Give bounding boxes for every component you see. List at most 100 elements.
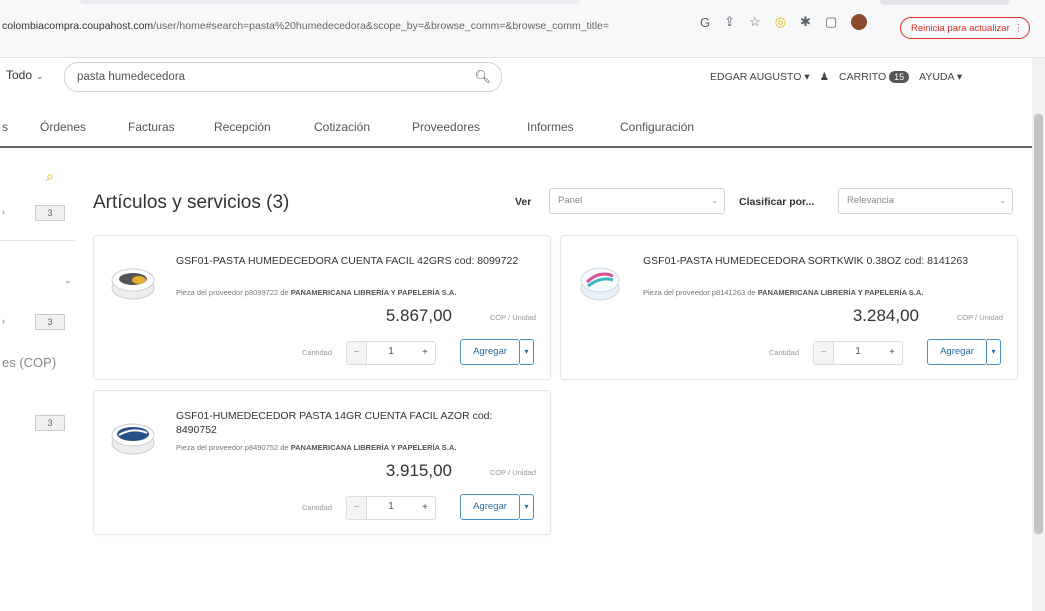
product-price: 3.284,00 <box>852 306 919 325</box>
product-name[interactable]: GSF01-HUMEDECEDOR PASTA 14GR CUENTA FACI… <box>176 409 536 437</box>
browser-tab[interactable] <box>80 0 580 4</box>
decrement-button[interactable]: − <box>347 497 367 519</box>
filter-count: 3 <box>35 205 65 221</box>
puzzle-icon[interactable]: ✱ <box>800 14 811 30</box>
view-select[interactable]: Panel ⌄ <box>549 188 725 214</box>
price-unit: COP / Unidad <box>956 313 1003 322</box>
price-unit: COP / Unidad <box>489 313 536 322</box>
filter-search-icon[interactable]: ⌕ <box>46 168 54 185</box>
quantity-label: Cantidad <box>302 503 333 512</box>
search-icon[interactable]: 🔍︎ <box>474 69 491 85</box>
supplier-prefix: Pieza del proveedor p8099722 de <box>176 288 289 297</box>
filter-count: 3 <box>35 314 65 330</box>
url-host: colombiacompra.coupahost.com <box>2 20 154 32</box>
decrement-button[interactable]: − <box>814 342 834 364</box>
quantity-label: Cantidad <box>769 348 800 357</box>
filter-item[interactable]: › <box>2 207 5 217</box>
supplier-info: Pieza del proveedor p8141263 de PANAMERI… <box>643 288 923 297</box>
nav-item-receiving[interactable]: Recepción <box>214 120 271 134</box>
nav-item-suppliers[interactable]: Proveedores <box>412 120 480 134</box>
bell-icon[interactable]: ♟ <box>820 71 829 83</box>
supplier-name[interactable]: PANAMERICANA LIBRERÍA Y PAPELERÍA S.A. <box>291 443 457 452</box>
quantity-input[interactable]: 1 <box>367 501 415 512</box>
product-name[interactable]: GSF01-PASTA HUMEDECEDORA CUENTA FACIL 42… <box>176 254 536 268</box>
extension-icon[interactable]: ◎ <box>775 14 786 30</box>
chevron-down-icon: ▾ <box>991 347 996 356</box>
cart-label: CARRITO <box>839 71 887 83</box>
kebab-menu-icon: ⋮ <box>1013 22 1024 34</box>
user-name: EDGAR AUGUSTO <box>710 71 802 83</box>
search-scope-select[interactable]: Todo ⌄ <box>6 68 44 82</box>
nav-item-settings[interactable]: Configuración <box>620 120 694 134</box>
main-nav: s Órdenes Facturas Recepción Cotización … <box>0 112 1032 148</box>
filter-item[interactable]: › <box>2 316 5 326</box>
browser-tab[interactable] <box>880 0 1010 5</box>
results-title: Artículos y servicios (3) <box>93 192 290 213</box>
add-options-dropdown[interactable]: ▾ <box>520 494 534 520</box>
supplier-name[interactable]: PANAMERICANA LIBRERÍA Y PAPELERÍA S.A. <box>291 288 457 297</box>
nav-item-invoices[interactable]: Facturas <box>128 120 175 134</box>
quantity-stepper: − 1 + <box>813 341 903 365</box>
nav-item-reports[interactable]: Informes <box>527 120 574 134</box>
product-card: GSF01-HUMEDECEDOR PASTA 14GR CUENTA FACI… <box>93 390 551 535</box>
chevron-down-icon: ▾ <box>524 347 529 356</box>
chevron-down-icon: ▾ <box>524 502 529 511</box>
decrement-button[interactable]: − <box>347 342 367 364</box>
product-name[interactable]: GSF01-PASTA HUMEDECEDORA SORTKWIK 0.38OZ… <box>643 254 1003 268</box>
add-to-cart-button[interactable]: Agregar <box>460 339 520 365</box>
chevron-down-icon: ▾ <box>956 71 963 83</box>
page-scrollbar[interactable] <box>1032 58 1045 611</box>
cart-button[interactable]: CARRITO 15 <box>839 71 910 83</box>
google-icon[interactable]: G <box>700 15 710 30</box>
help-label: AYUDA <box>919 71 954 83</box>
profile-avatar[interactable] <box>851 14 868 30</box>
sidebar-icon[interactable]: ▢ <box>825 14 837 30</box>
product-card: GSF01-PASTA HUMEDECEDORA SORTKWIK 0.38OZ… <box>560 235 1018 380</box>
sort-select[interactable]: Relevancia ⌄ <box>838 188 1013 214</box>
quantity-label: Cantidad <box>302 348 333 357</box>
product-thumbnail <box>111 268 155 300</box>
product-thumbnail <box>111 423 155 455</box>
user-menu: EDGAR AUGUSTO ▾ ♟ CARRITO 15 AYUDA ▾ <box>710 71 962 83</box>
refresh-update-button[interactable]: Reinicia para actualizar ⋮ <box>900 17 1030 39</box>
search-box: 🔍︎ <box>64 62 502 92</box>
browser-actions: G ⇪ ☆ ◎ ✱ ▢ <box>700 14 868 30</box>
supplier-info: Pieza del proveedor p8099722 de PANAMERI… <box>176 288 456 297</box>
increment-button[interactable]: + <box>415 497 435 519</box>
supplier-name[interactable]: PANAMERICANA LIBRERÍA Y PAPELERÍA S.A. <box>758 288 924 297</box>
increment-button[interactable]: + <box>882 342 902 364</box>
supplier-prefix: Pieza del proveedor p8141263 de <box>643 288 756 297</box>
address-bar[interactable]: colombiacompra.coupahost.com/user/home#s… <box>2 20 692 32</box>
nav-item-partial[interactable]: s <box>2 120 8 134</box>
view-label: Ver <box>515 196 532 208</box>
share-icon[interactable]: ⇪ <box>724 14 735 30</box>
add-to-cart-button[interactable]: Agregar <box>460 494 520 520</box>
quantity-stepper: − 1 + <box>346 496 436 520</box>
increment-button[interactable]: + <box>415 342 435 364</box>
url-path: /user/home#search=pasta%20humedecedora&s… <box>153 20 610 32</box>
quantity-input[interactable]: 1 <box>367 346 415 357</box>
star-icon[interactable]: ☆ <box>749 14 761 30</box>
search-input[interactable] <box>77 69 457 85</box>
supplier-prefix: Pieza del proveedor p8490752 de <box>176 443 289 452</box>
refresh-label: Reinicia para actualizar <box>911 22 1010 34</box>
chevron-down-icon: ⌄ <box>36 71 44 81</box>
scrollbar-thumb[interactable] <box>1034 114 1043 534</box>
sort-select-value: Relevancia <box>847 195 894 206</box>
nav-item-quotes[interactable]: Cotización <box>314 120 370 134</box>
chevron-down-icon: ⌄ <box>999 196 1006 205</box>
add-to-cart-button[interactable]: Agregar <box>927 339 987 365</box>
price-unit: COP / Unidad <box>489 468 536 477</box>
chevron-down-icon[interactable]: ⌄ <box>64 275 72 286</box>
supplier-info: Pieza del proveedor p8490752 de PANAMERI… <box>176 443 456 452</box>
quantity-input[interactable]: 1 <box>834 346 882 357</box>
help-menu-button[interactable]: AYUDA ▾ <box>919 71 962 83</box>
product-thumbnail <box>580 267 620 301</box>
add-options-dropdown[interactable]: ▾ <box>987 339 1001 365</box>
user-menu-button[interactable]: EDGAR AUGUSTO ▾ <box>710 71 810 83</box>
nav-item-orders[interactable]: Órdenes <box>40 120 86 134</box>
add-options-dropdown[interactable]: ▾ <box>520 339 534 365</box>
browser-toolbar: colombiacompra.coupahost.com/user/home#s… <box>0 0 1045 58</box>
product-price: 5.867,00 <box>385 306 452 325</box>
sort-label: Clasificar por... <box>739 196 815 208</box>
